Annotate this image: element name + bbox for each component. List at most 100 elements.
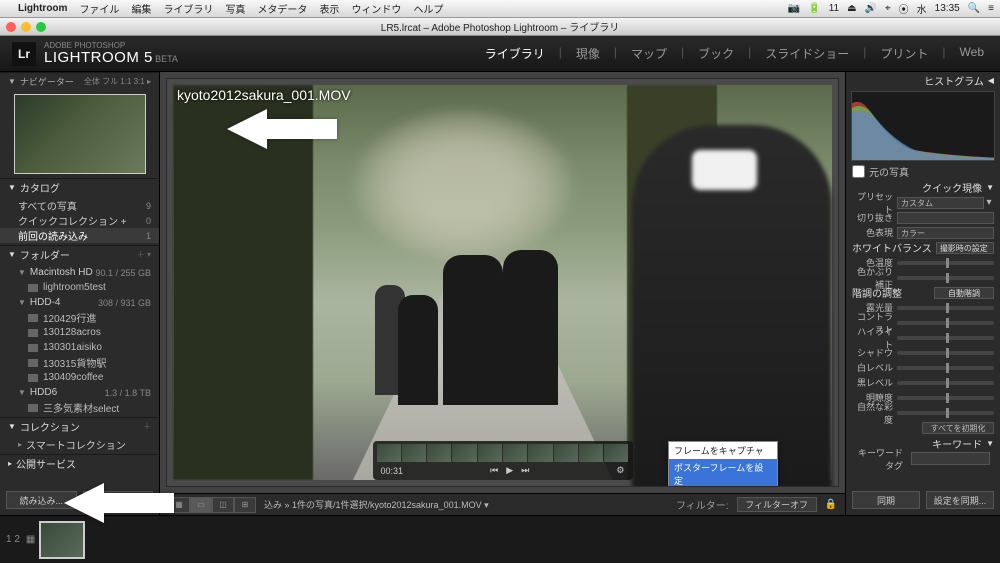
folder-item[interactable]: 130301aisiko	[0, 340, 159, 355]
video-scrubber[interactable]: 00:31 ⏮ ▶ ⏭ ⚙	[373, 441, 633, 480]
wb-select[interactable]: 撮影時の設定	[936, 242, 994, 254]
window-title: LR5.lrcat – Adobe Photoshop Lightroom – …	[381, 19, 619, 34]
notifications-icon[interactable]: ≡	[988, 3, 994, 14]
folder-item[interactable]: 130409coffee	[0, 370, 159, 385]
folder-item[interactable]: 130315貨物駅	[0, 355, 159, 370]
loupe-view-button[interactable]: ▭	[190, 497, 212, 513]
bluetooth-icon[interactable]: ⌖	[885, 3, 891, 14]
app-header: Lr ADOBE PHOTOSHOP LIGHTROOM 5 BETA ライブラ…	[0, 36, 1000, 72]
survey-view-button[interactable]: ⊞	[234, 497, 256, 513]
white-slider[interactable]	[897, 366, 994, 370]
keyword-input[interactable]	[911, 452, 990, 465]
sync-settings-button[interactable]: 設定を同期...	[926, 491, 994, 509]
filter-lock-icon[interactable]: 🔒	[825, 499, 837, 510]
histogram-header[interactable]: ヒストグラム◀	[846, 72, 1000, 88]
brand-line2: LIGHTROOM 5	[44, 49, 153, 66]
navigator-header[interactable]: ▼ナビゲーター 全体 フル 1:1 3:1 ▸	[0, 72, 159, 90]
menu-edit[interactable]: 編集	[131, 1, 151, 16]
crop-select[interactable]	[897, 212, 994, 224]
brand-beta: BETA	[155, 54, 178, 64]
day-label: 水	[917, 1, 927, 16]
contrast-slider[interactable]	[897, 321, 994, 325]
gear-icon[interactable]: ⚙	[616, 465, 624, 476]
drive-hdd6[interactable]: ▼HDD61.3 / 1.8 TB	[0, 385, 159, 400]
menu-window[interactable]: ウィンドウ	[351, 1, 401, 16]
menu-capture-frame[interactable]: フレームをキャプチャ	[669, 442, 777, 459]
close-icon[interactable]	[6, 22, 16, 32]
compare-view-button[interactable]: ◫	[212, 497, 234, 513]
sync-button[interactable]: 同期	[852, 491, 920, 509]
preset-select[interactable]: カスタム	[897, 197, 984, 209]
highlight-slider[interactable]	[897, 336, 994, 340]
folder-item[interactable]: 130128acros	[0, 325, 159, 340]
battery-pct: 11	[829, 3, 839, 14]
prev-frame-icon[interactable]: ⏮	[490, 465, 498, 476]
folder-item[interactable]: 三多気素材select	[0, 400, 159, 415]
module-picker: ライブラリ| 現像| マップ| ブック| スライドショー| プリント| Web	[481, 45, 988, 62]
module-map[interactable]: マップ	[627, 45, 671, 62]
auto-tone-button[interactable]: 自動階調	[934, 287, 994, 299]
volume-icon[interactable]: 🔊	[865, 3, 877, 14]
clarity-slider[interactable]	[897, 396, 994, 400]
drive-macintosh-hd[interactable]: ▼Macintosh HD90.1 / 255 GB	[0, 265, 159, 280]
menu-app[interactable]: Lightroom	[18, 3, 67, 14]
filter-label: フィルター:	[676, 497, 729, 512]
screenshot-icon[interactable]: 📷	[788, 3, 800, 14]
window-titlebar: LR5.lrcat – Adobe Photoshop Lightroom – …	[0, 18, 1000, 36]
minimize-icon[interactable]	[21, 22, 31, 32]
menu-library[interactable]: ライブラリ	[163, 1, 213, 16]
app-logo-icon: Lr	[12, 42, 36, 66]
catalog-previous-import[interactable]: 前回の読み込み1	[0, 228, 159, 243]
center-toolbar: ▦ ▭ ◫ ⊞ 込み » 1件の写真/1件選択/kyoto2012sakura_…	[160, 493, 845, 515]
smart-collections[interactable]: ▸スマートコレクション	[0, 437, 159, 452]
module-library[interactable]: ライブラリ	[481, 45, 549, 62]
zoom-icon[interactable]	[36, 22, 46, 32]
video-time: 00:31	[381, 466, 404, 476]
module-develop[interactable]: 現像	[572, 45, 604, 62]
eject-icon[interactable]: ⏏	[847, 3, 856, 14]
tint-slider[interactable]	[897, 276, 994, 280]
second-window-icon[interactable]: 1 2	[6, 534, 20, 545]
original-photo-checkbox[interactable]	[852, 165, 865, 178]
black-slider[interactable]	[897, 381, 994, 385]
exposure-slider[interactable]	[897, 306, 994, 310]
folder-item[interactable]: lightroom5test	[0, 280, 159, 295]
menu-view[interactable]: 表示	[319, 1, 339, 16]
menu-photo[interactable]: 写真	[225, 1, 245, 16]
temp-slider[interactable]	[897, 261, 994, 265]
profile-select[interactable]: カラー	[897, 227, 994, 239]
play-icon[interactable]: ▶	[506, 465, 513, 476]
preview-filename: kyoto2012sakura_001.MOV	[177, 87, 351, 103]
catalog-all-photos[interactable]: すべての写真9	[0, 198, 159, 213]
filter-preset[interactable]: フィルターオフ	[737, 497, 817, 512]
module-book[interactable]: ブック	[694, 45, 738, 62]
shadow-slider[interactable]	[897, 351, 994, 355]
module-slideshow[interactable]: スライドショー	[761, 45, 853, 62]
module-print[interactable]: プリント	[876, 45, 932, 62]
menu-set-poster-frame[interactable]: ポスターフレームを設定	[669, 459, 777, 487]
annotation-arrow-icon	[227, 105, 337, 153]
clock: 13:35	[935, 3, 960, 14]
catalog-header[interactable]: ▼カタログ	[0, 178, 159, 196]
menu-help[interactable]: ヘルプ	[413, 1, 443, 16]
battery-icon[interactable]: 🔋	[808, 3, 820, 14]
histogram[interactable]	[851, 91, 995, 161]
menu-metadata[interactable]: メタデータ	[257, 1, 307, 16]
wifi-icon[interactable]: ⦿	[899, 1, 909, 16]
folder-item[interactable]: 120429行進	[0, 310, 159, 325]
breadcrumb[interactable]: 込み » 1件の写真/1件選択/kyoto2012sakura_001.MOV …	[264, 498, 489, 511]
annotation-arrow-icon	[64, 479, 174, 527]
navigator-thumbnail[interactable]	[14, 94, 146, 174]
publish-services-header[interactable]: ▸公開サービス	[0, 454, 159, 472]
spotlight-icon[interactable]: 🔍	[968, 3, 980, 14]
module-web[interactable]: Web	[956, 45, 988, 62]
grid-icon[interactable]: ▦	[26, 534, 35, 545]
reset-all-button[interactable]: すべてを初期化	[922, 422, 994, 434]
menu-file[interactable]: ファイル	[79, 1, 119, 16]
catalog-quick-collection[interactable]: クイックコレクション +0	[0, 213, 159, 228]
next-frame-icon[interactable]: ⏭	[521, 465, 529, 476]
folders-header[interactable]: ▼フォルダー＋ ▾	[0, 245, 159, 263]
vibrance-slider[interactable]	[897, 411, 994, 415]
collections-header[interactable]: ▼コレクション＋	[0, 417, 159, 435]
drive-hdd4[interactable]: ▼HDD-4308 / 931 GB	[0, 295, 159, 310]
